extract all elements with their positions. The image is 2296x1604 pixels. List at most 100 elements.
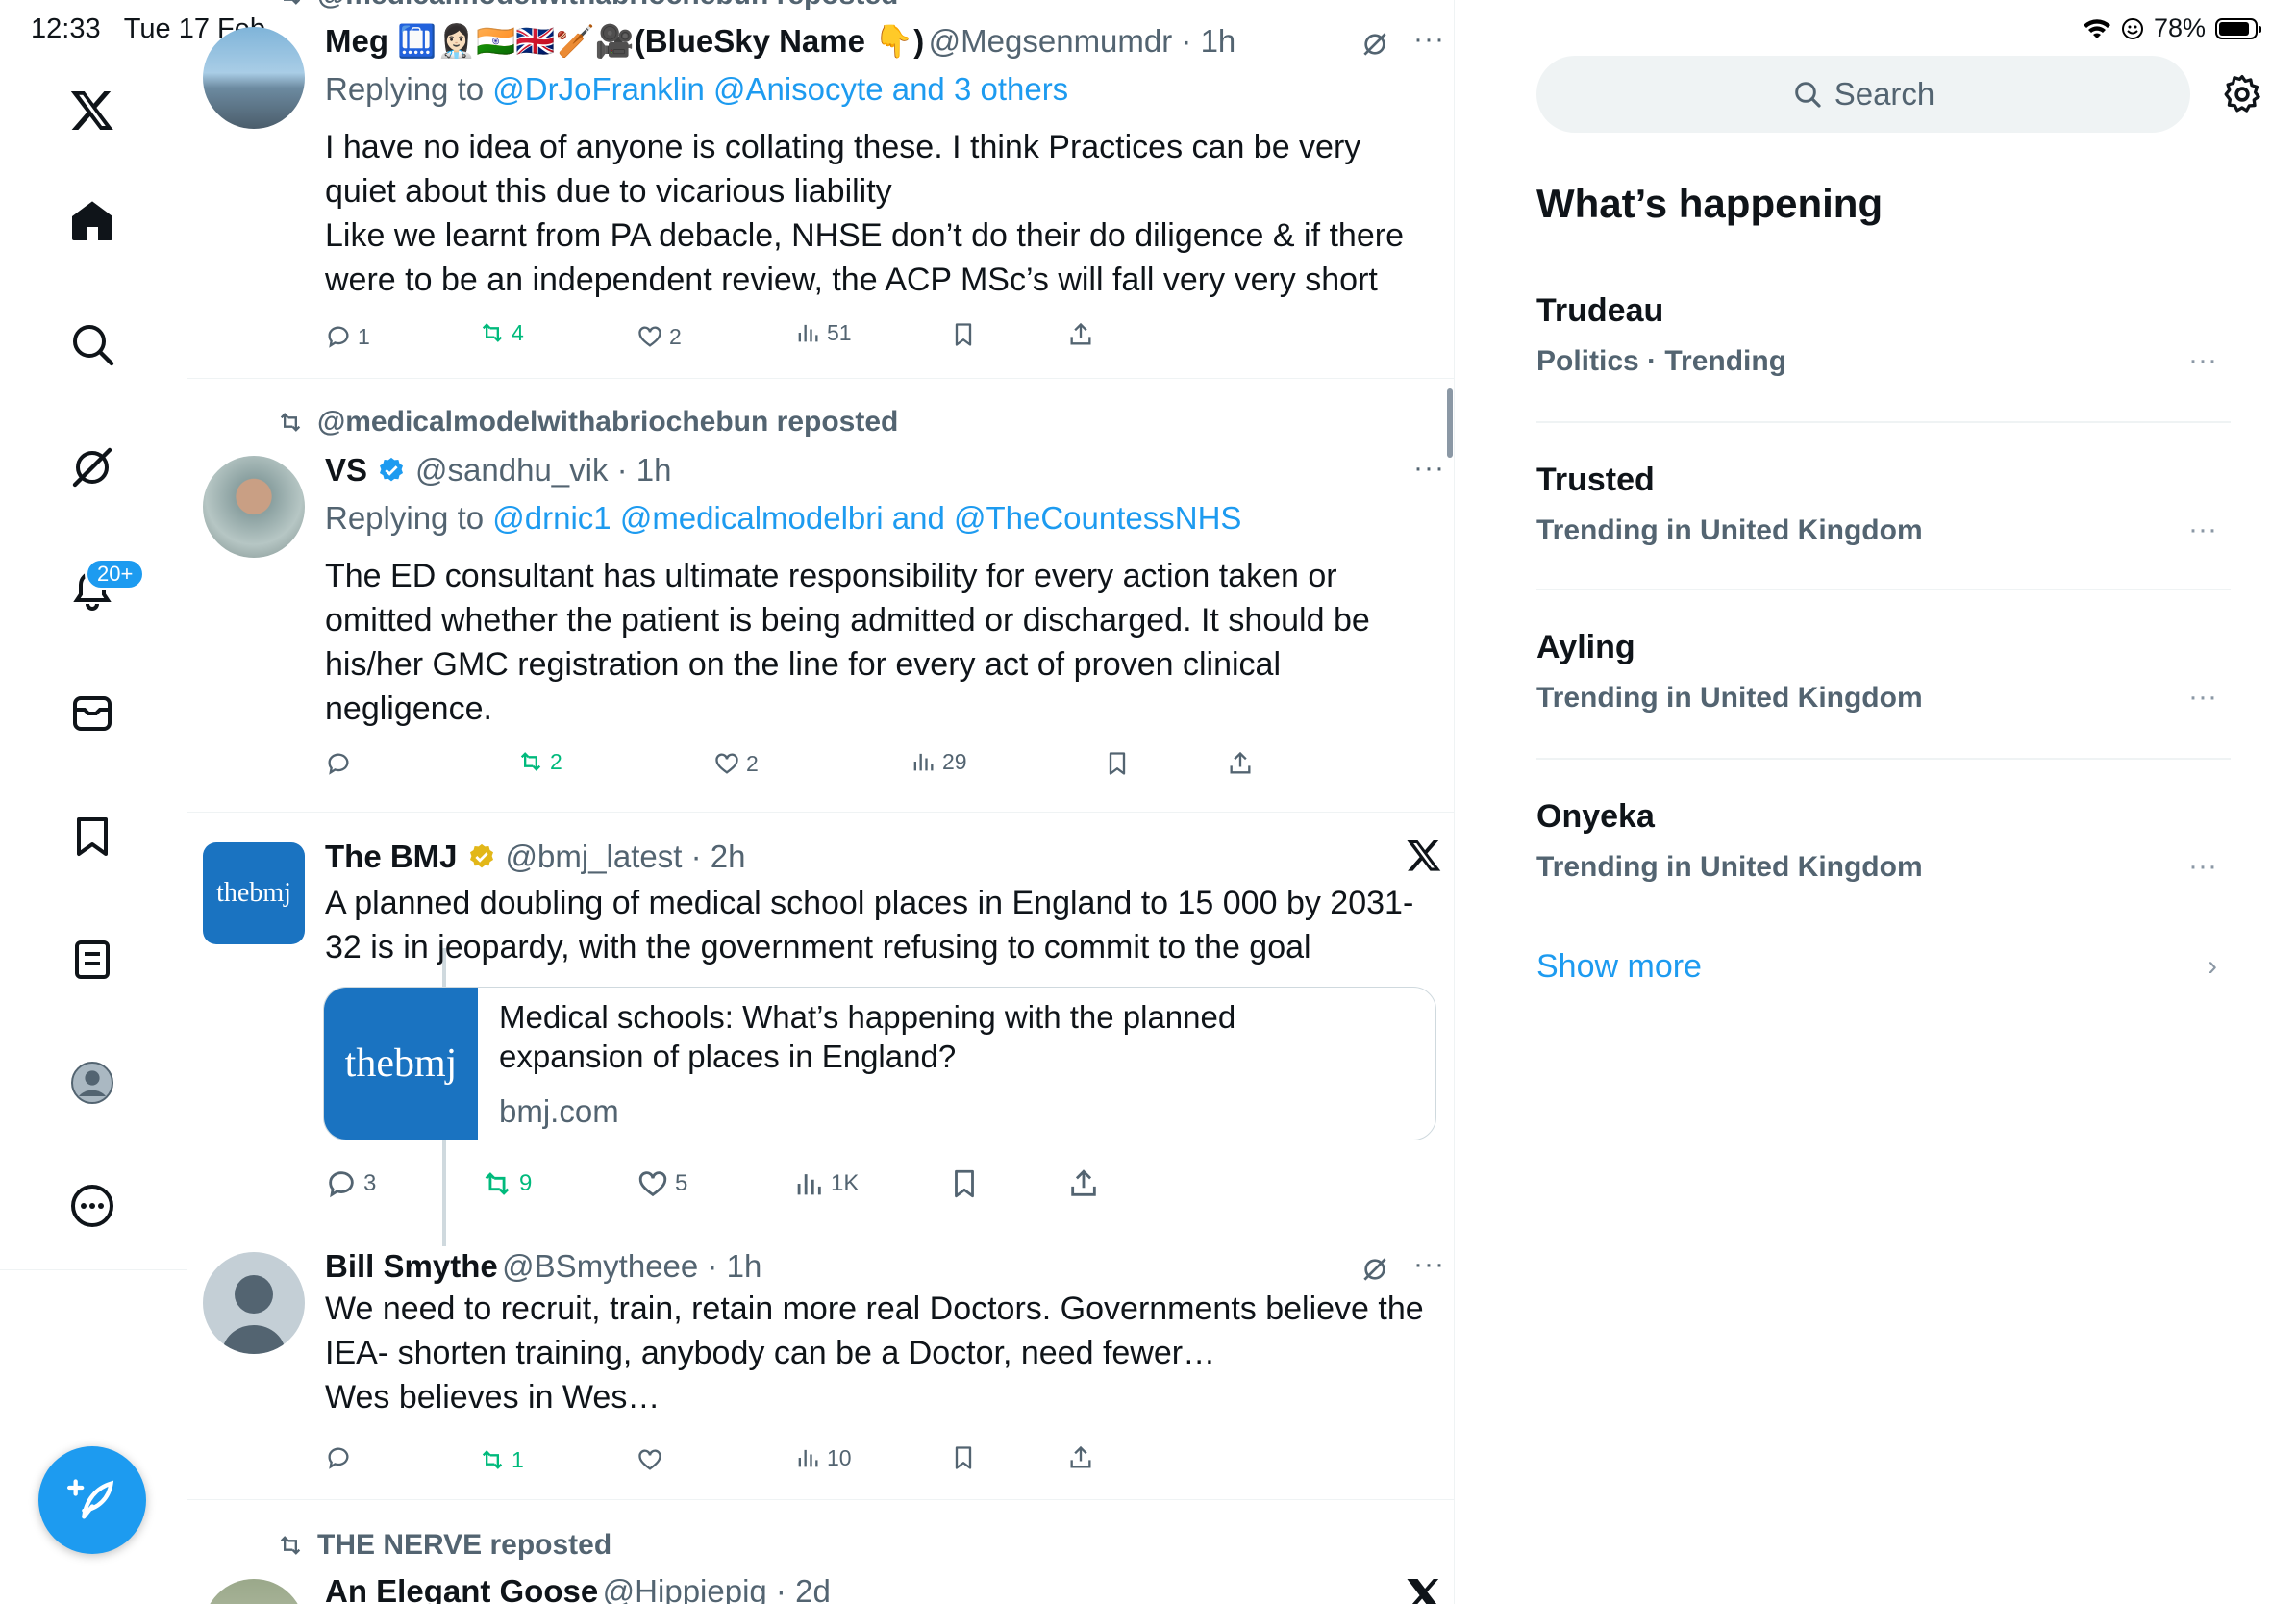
trend-more-icon[interactable]: ···: [2188, 344, 2217, 377]
trend-item[interactable]: Trusted Trending in United Kingdom ···: [1536, 462, 2231, 547]
trend-item[interactable]: Onyeka Trending in United Kingdom ···: [1536, 798, 2231, 884]
tweet-text: A planned doubling of medical school pla…: [325, 885, 1414, 965]
search-bar[interactable]: Search: [1536, 56, 2190, 133]
tweet-author-handle[interactable]: @BSmytheee · 1h: [502, 1248, 761, 1284]
tweet-author-handle[interactable]: @Megsenmumdr · 1h: [929, 23, 1236, 59]
like-button[interactable]: 5: [636, 1167, 687, 1200]
trend-item[interactable]: Trudeau Politics · Trending ···: [1536, 292, 2231, 378]
tweet-avatar[interactable]: [203, 1252, 305, 1354]
tweet-author-name[interactable]: VS: [325, 452, 367, 489]
trend-item[interactable]: Ayling Trending in United Kingdom ···: [1536, 629, 2231, 714]
reply-mentions-link[interactable]: @DrJoFranklin @Anisocyte and 3 others: [492, 71, 1068, 107]
tweet-author-name[interactable]: Bill Smythe: [325, 1248, 498, 1284]
show-more-link[interactable]: Show more: [1536, 948, 1702, 986]
bookmark-button[interactable]: [950, 321, 977, 348]
bookmark-icon: [955, 1169, 974, 1198]
repost-indicator: THE NERVE reposted: [277, 1529, 611, 1562]
like-button[interactable]: 2: [713, 750, 759, 777]
tweet-avatar[interactable]: [203, 27, 305, 129]
battery-icon: [2215, 17, 2261, 39]
trend-name: Trusted: [1536, 462, 1655, 498]
share-button[interactable]: [1227, 750, 1254, 777]
grok-icon[interactable]: [62, 437, 123, 498]
timeline: @medicalmodelwithabriochebun reposted Me…: [187, 0, 1455, 1604]
x-logo-icon: [1407, 1578, 1439, 1604]
share-button[interactable]: [1067, 1444, 1094, 1471]
wifi-icon: [2083, 18, 2110, 38]
heart-icon: [638, 1171, 667, 1197]
trend-more-icon[interactable]: ···: [2188, 850, 2217, 883]
trend-more-icon[interactable]: ···: [2188, 514, 2217, 546]
bookmark-button[interactable]: [948, 1167, 981, 1200]
tweet-more-icon[interactable]: ···: [1413, 1248, 1445, 1281]
tweet-avatar[interactable]: [203, 1579, 305, 1604]
tweet-author-handle[interactable]: @sandhu_vik · 1h: [415, 452, 671, 489]
settings-gear-icon[interactable]: [2221, 73, 2263, 115]
profile-avatar-icon[interactable]: [62, 1052, 123, 1114]
tweet-author-name[interactable]: Meg 🛄👩🏻‍⚕️🇮🇳🇬🇧🏏🎥(BlueSky Name 👇): [325, 23, 924, 59]
share-icon: [1071, 1169, 1096, 1196]
views-button[interactable]: 29: [910, 748, 967, 775]
share-button[interactable]: [1067, 321, 1094, 348]
grok-icon[interactable]: [1360, 1254, 1390, 1285]
repost-indicator: @medicalmodelwithabriochebun reposted: [277, 406, 898, 439]
repost-button[interactable]: 2: [517, 748, 562, 775]
views-chart-icon: [797, 1174, 821, 1195]
tweet-avatar[interactable]: [203, 456, 305, 558]
x-logo-icon[interactable]: [62, 79, 123, 140]
share-button[interactable]: [1067, 1167, 1100, 1200]
tweet-more-icon[interactable]: ···: [1413, 452, 1445, 485]
repost-icon: [482, 1450, 503, 1469]
like-button[interactable]: 2: [636, 323, 682, 350]
trend-name: Ayling: [1536, 629, 1635, 665]
tweet-author-handle[interactable]: @Hippiepig · 2d: [603, 1573, 831, 1604]
reply-icon: [328, 326, 349, 348]
views-chart-icon: [798, 324, 818, 342]
lists-icon[interactable]: [62, 929, 123, 990]
grok-icon[interactable]: [1360, 29, 1390, 60]
tweet-author-handle[interactable]: @bmj_latest · 2h: [506, 839, 746, 875]
bookmarks-icon[interactable]: [62, 806, 123, 867]
tweet-author-name[interactable]: The BMJ: [325, 839, 458, 875]
tweet-more-icon[interactable]: ···: [1413, 23, 1445, 56]
reply-button[interactable]: 3: [325, 1167, 376, 1200]
tweet-header: An Elegant Goose @Hippiepig · 2d: [325, 1573, 831, 1604]
compose-post-button[interactable]: [38, 1446, 146, 1554]
scrollbar[interactable]: [1447, 388, 1453, 458]
bmj-avatar[interactable]: thebmj: [203, 842, 305, 944]
repost-button[interactable]: 1: [479, 1446, 524, 1473]
reply-button[interactable]: 1: [325, 323, 370, 350]
like-button[interactable]: [636, 1446, 669, 1473]
battery-percent: 78%: [2153, 13, 2206, 42]
trend-more-icon[interactable]: ···: [2188, 681, 2217, 714]
reply-icon: [329, 1171, 354, 1198]
bookmark-button[interactable]: [950, 1444, 977, 1471]
repost-indicator: @medicalmodelwithabriochebun reposted: [277, 0, 898, 12]
bookmark-button[interactable]: [1104, 750, 1131, 777]
tweet-author-name[interactable]: An Elegant Goose: [325, 1573, 598, 1604]
trend-name: Onyeka: [1536, 798, 1655, 835]
views-button[interactable]: 51: [794, 319, 852, 346]
search-placeholder: Search: [1834, 76, 1935, 112]
heart-icon: [715, 753, 738, 774]
home-icon[interactable]: [62, 190, 123, 252]
more-options-icon[interactable]: [62, 1175, 123, 1237]
share-icon: [1070, 322, 1091, 345]
reply-button[interactable]: [325, 750, 358, 777]
repost-button[interactable]: 9: [481, 1167, 532, 1200]
link-preview-card[interactable]: thebmj Medical schools: What’s happening…: [323, 987, 1436, 1140]
heart-icon: [638, 326, 661, 347]
trend-meta: Trending in United Kingdom: [1536, 514, 1923, 546]
views-button[interactable]: 10: [794, 1444, 852, 1471]
whats-happening-title: What’s happening: [1536, 181, 1884, 226]
explore-search-icon[interactable]: [62, 313, 123, 375]
repost-button[interactable]: 4: [479, 319, 524, 346]
trend-name: Trudeau: [1536, 292, 1664, 329]
views-chart-icon: [913, 753, 934, 771]
reply-mentions-link[interactable]: @drnic1 @medicalmodelbri and @TheCountes…: [492, 500, 1241, 536]
views-chart-icon: [798, 1449, 818, 1467]
bookmark-icon: [955, 1446, 972, 1469]
views-button[interactable]: 1K: [792, 1167, 859, 1200]
messages-mail-icon[interactable]: [62, 683, 123, 744]
reply-button[interactable]: [325, 1444, 358, 1471]
